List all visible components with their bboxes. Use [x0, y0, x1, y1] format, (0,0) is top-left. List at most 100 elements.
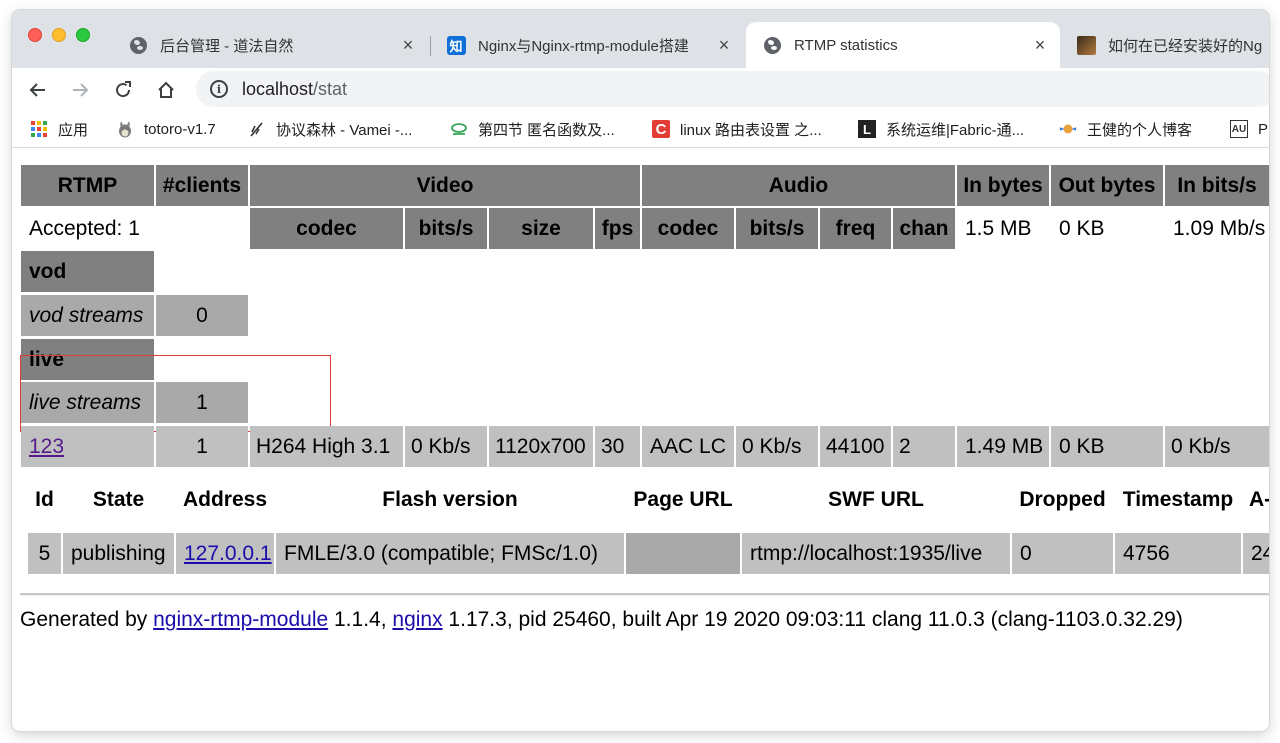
horizontal-rule: [20, 593, 1269, 596]
tab-nginx[interactable]: 知 Nginx与Nginx-rtmp-module搭建 ×: [430, 22, 744, 68]
client-address-link[interactable]: 127.0.0.1: [184, 542, 272, 566]
client-page-url: [626, 533, 740, 574]
square-logo-icon: L: [858, 120, 876, 138]
minimize-window-button[interactable]: [52, 28, 66, 42]
nginx-link[interactable]: nginx: [392, 608, 442, 631]
header-in-bits: In bits/s: [1165, 165, 1269, 206]
stream-audio-bits: 0 Kb/s: [736, 426, 818, 467]
stream-audio-freq: 44100: [820, 426, 891, 467]
tab-title: 后台管理 - 道法自然: [160, 37, 294, 55]
total-out-bytes: 0 KB: [1059, 216, 1105, 240]
client-avsync: 24: [1243, 533, 1269, 574]
rtmp-stat-page: RTMP #clients Video Audio In bytes Out b…: [12, 148, 1269, 731]
footer-build-info: 1.17.3, pid 25460, built Apr 19 2020 09:…: [442, 608, 1183, 631]
bookmark-label: P: [1258, 120, 1269, 138]
subheader-audio-codec: codec: [642, 208, 734, 249]
stream-in-bits: 0 Kb/s: [1165, 426, 1269, 467]
stream-audio-chan: 2: [893, 426, 955, 467]
close-window-button[interactable]: [28, 28, 42, 42]
header-in-bytes: In bytes: [957, 165, 1049, 206]
maximize-window-button[interactable]: [76, 28, 90, 42]
vod-streams-count: 0: [156, 295, 248, 336]
url-host: localhost: [242, 78, 314, 99]
stream-video-fps: 30: [595, 426, 640, 467]
live-highlight-box: [20, 355, 331, 432]
stream-video-bits: 0 Kb/s: [405, 426, 487, 467]
bookmark-wangjian-blog[interactable]: 王健的个人博客: [1059, 118, 1192, 140]
stream-in-bytes: 1.49 MB: [957, 426, 1049, 467]
client-header-timestamp: Timestamp: [1122, 488, 1234, 511]
client-header-flash: Flash version: [382, 488, 518, 511]
bookmark-vamei[interactable]: 协议森林 - Vamei -...: [248, 118, 412, 140]
subheader-video-fps: fps: [595, 208, 640, 249]
client-header-page-url: Page URL: [633, 488, 733, 511]
client-header-swf-url: SWF URL: [828, 488, 924, 511]
subheader-video-size: size: [489, 208, 593, 249]
bookmark-label: totoro-v1.7: [144, 120, 216, 138]
au-icon: AU: [1230, 120, 1248, 138]
client-header-avsync: A-: [1249, 488, 1269, 511]
header-rtmp: RTMP: [21, 165, 154, 206]
subheader-audio-bits: bits/s: [736, 208, 818, 249]
bookmark-anonymous-func[interactable]: 第四节 匿名函数及...: [450, 118, 615, 140]
globe-icon: [762, 35, 782, 55]
header-audio: Audio: [642, 165, 955, 206]
bookmark-p[interactable]: AU P: [1230, 118, 1268, 140]
tab-title: 如何在已经安装好的Ng: [1108, 37, 1263, 55]
bookmark-label: 第四节 匿名函数及...: [478, 121, 615, 139]
browser-toolbar: i localhost/stat: [12, 68, 1269, 110]
tab-title: RTMP statistics: [794, 36, 898, 54]
browser-window: 后台管理 - 道法自然 × 知 Nginx与Nginx-rtmp-module搭…: [12, 10, 1269, 731]
tab-admin[interactable]: 后台管理 - 道法自然 ×: [112, 22, 428, 68]
tab-title: Nginx与Nginx-rtmp-module搭建: [478, 37, 689, 55]
stream-video-codec: H264 High 3.1: [250, 426, 403, 467]
client-address-cell: 127.0.0.1: [176, 533, 274, 574]
address-bar[interactable]: i localhost/stat: [196, 71, 1269, 107]
tab-ngx-install[interactable]: 如何在已经安装好的Ng: [1062, 22, 1269, 68]
zhihu-icon: 知: [446, 35, 466, 55]
client-header-id: Id: [35, 488, 54, 511]
home-button[interactable]: [150, 74, 182, 106]
total-in-bits: 1.09 Mb/s: [1173, 216, 1266, 240]
tab-strip: 后台管理 - 道法自然 × 知 Nginx与Nginx-rtmp-module搭…: [12, 10, 1269, 68]
footer-module-version: 1.1.4,: [328, 608, 393, 631]
bookmark-label: 王健的个人博客: [1087, 121, 1193, 139]
bookmark-label: 协议森林 - Vamei -...: [276, 121, 413, 139]
subheader-audio-freq: freq: [820, 208, 891, 249]
bookmark-linux-route[interactable]: C linux 路由表设置 之...: [652, 118, 822, 140]
bookmark-fabric[interactable]: L 系统运维|Fabric-通...: [858, 118, 1024, 140]
stream-row: 123: [21, 426, 154, 467]
totoro-icon: [116, 120, 134, 138]
footer-prefix: Generated by: [20, 608, 154, 631]
bookmark-label: 系统运维|Fabric-通...: [886, 121, 1025, 139]
accepted-count: Accepted: 1: [29, 216, 140, 240]
stream-clients: 1: [156, 426, 248, 467]
stream-audio-codec: AAC LC: [642, 426, 734, 467]
bookmark-apps[interactable]: 应用: [30, 118, 88, 140]
subheader-audio-chan: chan: [893, 208, 955, 249]
globe-icon: [128, 35, 148, 55]
tab-rtmp-statistics[interactable]: RTMP statistics ×: [746, 22, 1060, 68]
back-button[interactable]: [22, 74, 54, 106]
apps-grid-icon: [30, 120, 48, 138]
client-dropped: 0: [1012, 533, 1113, 574]
subheader-video-bits: bits/s: [405, 208, 487, 249]
client-swf-url: rtmp://localhost:1935/live: [742, 533, 1010, 574]
nginx-rtmp-module-link[interactable]: nginx-rtmp-module: [153, 608, 328, 631]
close-tab-icon[interactable]: ×: [712, 35, 736, 56]
client-state: publishing: [63, 533, 174, 574]
avatar-icon: [1076, 35, 1096, 55]
bookmark-label: 应用: [58, 121, 89, 139]
site-info-icon[interactable]: i: [210, 80, 228, 98]
reload-button[interactable]: [107, 74, 139, 106]
header-out-bytes: Out bytes: [1051, 165, 1163, 206]
total-in-bytes: 1.5 MB: [965, 216, 1032, 240]
badge-icon: [1059, 120, 1077, 138]
close-tab-icon[interactable]: ×: [1028, 35, 1052, 56]
stream-video-size: 1120x700: [489, 426, 593, 467]
client-header-dropped: Dropped: [1019, 488, 1106, 511]
bookmark-totoro[interactable]: totoro-v1.7: [116, 118, 216, 140]
close-tab-icon[interactable]: ×: [396, 35, 420, 56]
stream-name-link[interactable]: 123: [29, 435, 64, 459]
forward-button[interactable]: [64, 74, 96, 106]
